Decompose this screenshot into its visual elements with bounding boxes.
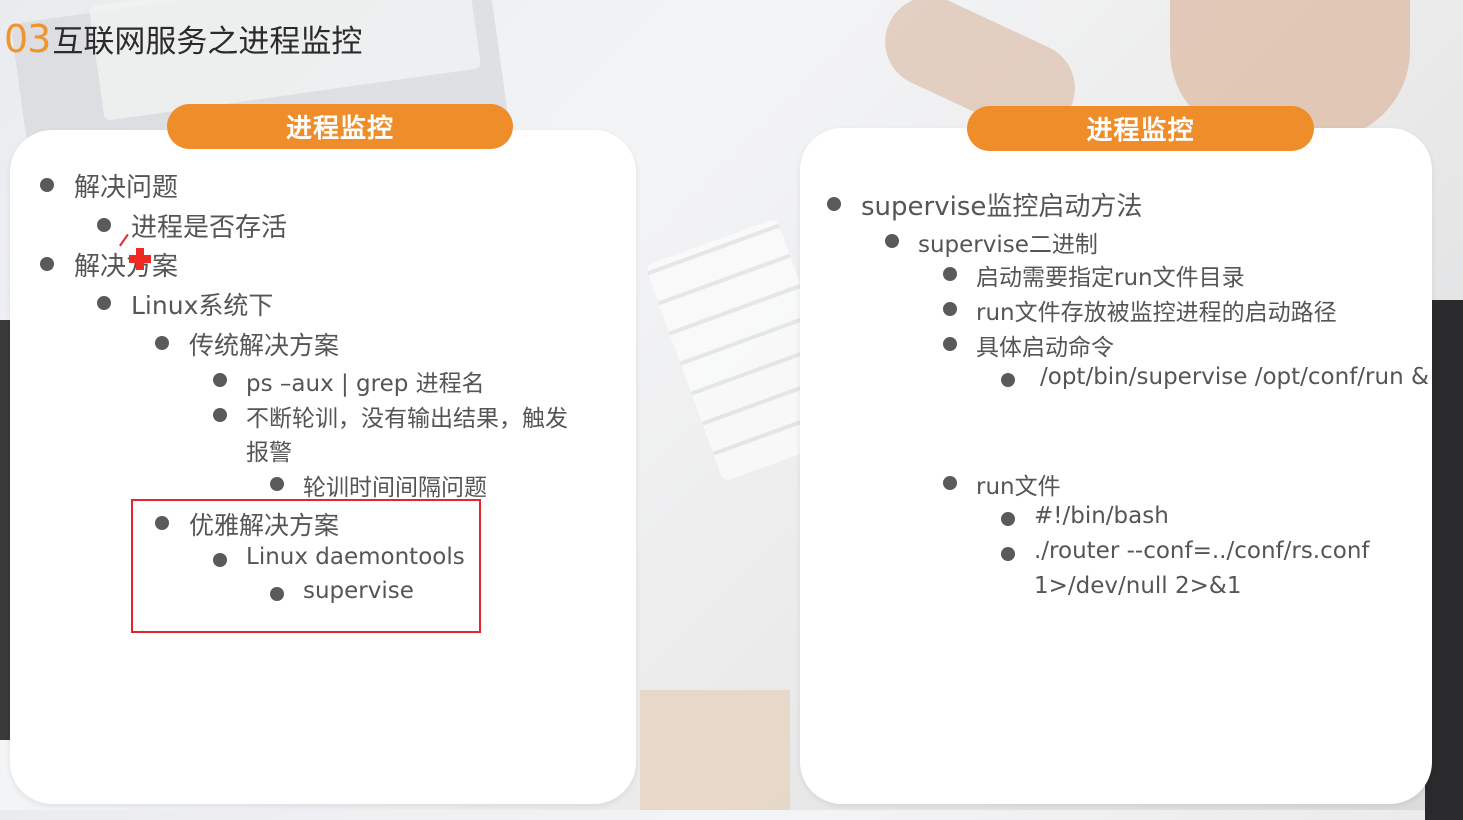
- background-table: [640, 690, 790, 810]
- left-section-heading: 进程监控: [167, 104, 513, 149]
- bullet-icon: [1001, 547, 1015, 561]
- bullet-icon: [943, 267, 957, 281]
- bullet-icon: [1001, 512, 1015, 526]
- bullet-icon: [213, 373, 227, 387]
- bullet-icon: [40, 257, 54, 271]
- list-item: supervise二进制: [885, 225, 1098, 259]
- slide-title: 03 互联网服务之进程监控: [4, 16, 362, 66]
- right-section-heading: 进程监控: [967, 106, 1314, 151]
- list-item: 不断轮训，没有输出结果，触发: [213, 399, 568, 433]
- list-item-continuation: 报警: [246, 440, 292, 466]
- list-item: supervise监控启动方法: [827, 186, 1142, 223]
- bullet-icon: [155, 336, 169, 350]
- bullet-icon: [943, 476, 957, 490]
- slide-title-text: 互联网服务之进程监控: [52, 24, 363, 60]
- list-item: 进程是否存活: [97, 207, 287, 244]
- list-item: ps –aux | grep 进程名: [213, 364, 485, 398]
- list-item-continuation: 1>/dev/null 2>&1: [1034, 573, 1242, 599]
- list-item: 传统解决方案: [155, 326, 339, 362]
- list-item: /opt/bin/supervise /opt/conf/run &: [1001, 364, 1429, 390]
- bullet-icon: [97, 296, 111, 310]
- bullet-icon: [40, 178, 54, 192]
- list-item: run文件存放被监控进程的启动路径: [943, 293, 1337, 327]
- list-item: #!/bin/bash: [1001, 503, 1169, 529]
- bullet-icon: [1001, 373, 1015, 387]
- list-item: 解决方案: [40, 246, 178, 283]
- list-item: Linux系统下: [97, 286, 273, 322]
- list-item: run文件: [943, 467, 1061, 501]
- list-item: 具体启动命令: [943, 328, 1114, 362]
- bullet-icon: [213, 408, 227, 422]
- list-item: ./router --conf=../conf/rs.conf: [1001, 538, 1370, 564]
- right-content-card: [800, 128, 1432, 804]
- bullet-icon: [943, 337, 957, 351]
- list-item: 轮训时间间隔问题: [270, 468, 487, 502]
- bullet-icon: [827, 197, 841, 211]
- bullet-icon: [885, 234, 899, 248]
- bullet-icon: [943, 302, 957, 316]
- list-item: 解决问题: [40, 167, 178, 204]
- bullet-icon: [270, 477, 284, 491]
- pointer-cross-icon: [129, 248, 151, 270]
- list-item: 启动需要指定run文件目录: [943, 258, 1245, 292]
- highlight-annotation-box: [131, 499, 481, 633]
- slide-number: 03: [4, 17, 51, 61]
- bullet-icon: [97, 218, 111, 232]
